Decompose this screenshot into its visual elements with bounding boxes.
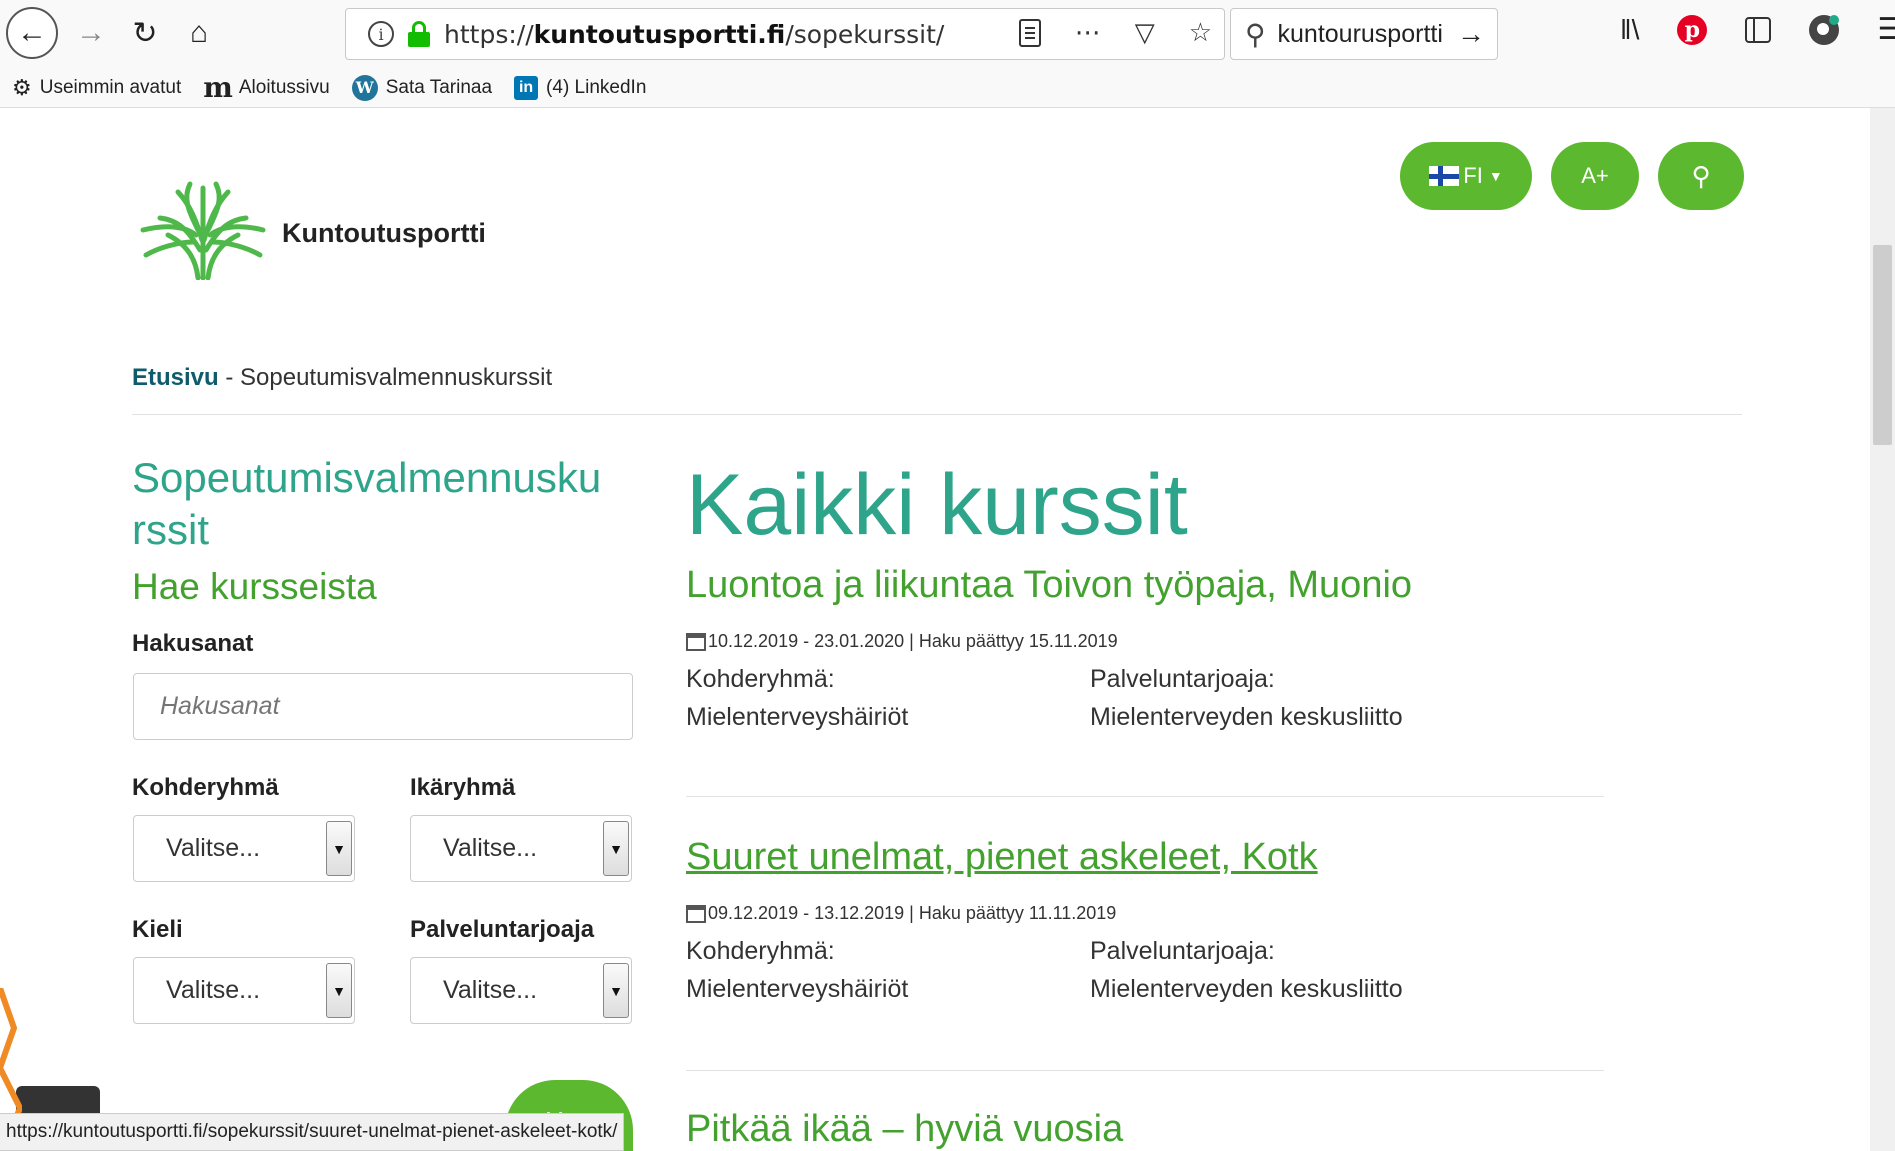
pocket-icon[interactable]: ▽ [1135, 17, 1155, 48]
search-icon: ⚲ [1691, 160, 1711, 191]
language-label: Kieli [132, 916, 183, 943]
keywords-input[interactable] [133, 673, 633, 740]
language-button[interactable]: FI ▼ [1400, 142, 1532, 210]
browser-navbar: ← → ↻ ⌂ i https://kuntoutusportti.fi/sop… [0, 0, 1895, 68]
pinterest-icon[interactable]: p [1677, 14, 1708, 45]
divider [686, 1070, 1604, 1071]
divider [132, 414, 1742, 415]
library-icon[interactable]: ‖\ [1620, 14, 1639, 46]
site-search-button[interactable]: ⚲ [1658, 142, 1744, 210]
breadcrumb: Etusivu - Sopeutumisvalmennuskurssit [132, 364, 553, 391]
search-heading: Hae kursseista [132, 566, 377, 607]
linkedin-icon: in [514, 75, 539, 100]
course-meta: Kohderyhmä: Mielenterveyshäiriöt Palvelu… [686, 937, 1403, 1003]
course-meta: Kohderyhmä: Mielenterveyshäiriöt Palvelu… [686, 665, 1403, 731]
bookmark-linkedin[interactable]: in (4) LinkedIn [514, 75, 646, 100]
course-title-link[interactable]: Pitkää ikää – hyviä vuosia [686, 1108, 1606, 1151]
language-select[interactable]: Valitse... ▼ [133, 957, 355, 1024]
wordpress-icon: W [351, 74, 378, 101]
web-page: Kuntoutusportti FI ▼ A+ ⚲ Etusivu - Sope… [0, 108, 1870, 1151]
url-bar[interactable]: i https://kuntoutusportti.fi/sopekurssit… [345, 8, 1225, 60]
brand-name[interactable]: Kuntoutusportti [282, 218, 486, 249]
link-status-bar: https://kuntoutusportti.fi/sopekurssit/s… [0, 1113, 625, 1151]
scrollbar-thumb[interactable] [1873, 245, 1892, 445]
dropdown-arrow-icon[interactable]: ▼ [326, 821, 352, 876]
sidebar-title: Sopeutumisvalmennusku rssit [132, 454, 602, 553]
dropdown-arrow-icon[interactable]: ▼ [603, 963, 629, 1018]
dropdown-arrow-icon[interactable]: ▼ [603, 821, 629, 876]
course-date: 10.12.2019 - 23.01.2020 | Haku päättyy 1… [686, 631, 1606, 652]
breadcrumb-current: Sopeutumisvalmennuskurssit [240, 364, 553, 391]
course-title-link[interactable]: Luontoa ja liikuntaa Toivon työpaja, Muo… [686, 564, 1606, 607]
divider [686, 796, 1604, 797]
back-arrow-icon[interactable]: ← [6, 7, 58, 59]
main-title: Kaikki kurssit [686, 457, 1188, 553]
calendar-icon [686, 632, 706, 651]
course-item: Luontoa ja liikuntaa Toivon työpaja, Muo… [686, 564, 1606, 736]
bookmark-star-icon[interactable]: ☆ [1189, 17, 1212, 48]
search-bar[interactable]: ⚲ kuntourusportti → [1230, 8, 1498, 60]
home-icon[interactable]: ⌂ [174, 8, 224, 58]
course-date: 09.12.2019 - 13.12.2019 | Haku päättyy 1… [686, 903, 1606, 924]
finland-flag-icon [1429, 166, 1460, 186]
provider-label: Palveluntarjoaja [410, 916, 595, 943]
gear-icon: ⚙ [12, 74, 32, 100]
reload-icon[interactable]: ↻ [120, 8, 170, 58]
extension-icon[interactable] [1809, 14, 1840, 45]
caret-down-icon: ▼ [1488, 168, 1503, 184]
search-bar-text[interactable]: kuntourusportti [1278, 20, 1443, 49]
target-group-select[interactable]: Valitse... ▼ [133, 815, 355, 882]
font-size-button[interactable]: A+ [1551, 142, 1639, 210]
keywords-label: Hakusanat [132, 630, 254, 657]
forward-arrow-icon[interactable]: → [66, 8, 116, 58]
go-arrow-icon[interactable]: → [1457, 18, 1485, 50]
target-group-label: Kohderyhmä [132, 774, 279, 801]
calendar-icon [686, 904, 706, 923]
age-group-label: Ikäryhmä [410, 774, 516, 801]
reader-view-icon[interactable] [1018, 18, 1041, 47]
course-item: Pitkää ikää – hyviä vuosia [686, 1108, 1606, 1151]
bookmark-aloitussivu[interactable]: m Aloitussivu [203, 71, 329, 104]
course-title-link[interactable]: Suuret unelmat, pienet askeleet, Kotk [686, 836, 1606, 879]
bookmark-most-visited[interactable]: ⚙ Useimmin avatut [12, 75, 181, 101]
m-logo-icon: m [203, 71, 233, 104]
course-item: Suuret unelmat, pienet askeleet, Kotk 09… [686, 836, 1606, 1008]
site-info-icon[interactable]: i [368, 21, 394, 47]
url-text[interactable]: https://kuntoutusportti.fi/sopekurssit/ [444, 20, 944, 49]
hamburger-menu-icon[interactable]: ☰ [1877, 12, 1895, 47]
age-group-select[interactable]: Valitse... ▼ [410, 815, 632, 882]
lock-icon[interactable] [408, 21, 430, 47]
magnifier-icon: ⚲ [1245, 18, 1266, 50]
kuntoutusportti-tree-logo-icon[interactable] [138, 180, 268, 280]
page-scrollbar[interactable] [1870, 108, 1895, 1151]
dropdown-arrow-icon[interactable]: ▼ [326, 963, 352, 1018]
bookmark-sata-tarinaa[interactable]: W Sata Tarinaa [351, 74, 492, 101]
provider-select[interactable]: Valitse... ▼ [410, 957, 632, 1024]
sidebar-toggle-icon[interactable] [1745, 16, 1772, 43]
more-actions-icon[interactable]: ⋯ [1075, 17, 1101, 48]
bookmarks-bar: ⚙ Useimmin avatut m Aloitussivu W Sata T… [0, 68, 1895, 108]
breadcrumb-home-link[interactable]: Etusivu [132, 364, 219, 391]
